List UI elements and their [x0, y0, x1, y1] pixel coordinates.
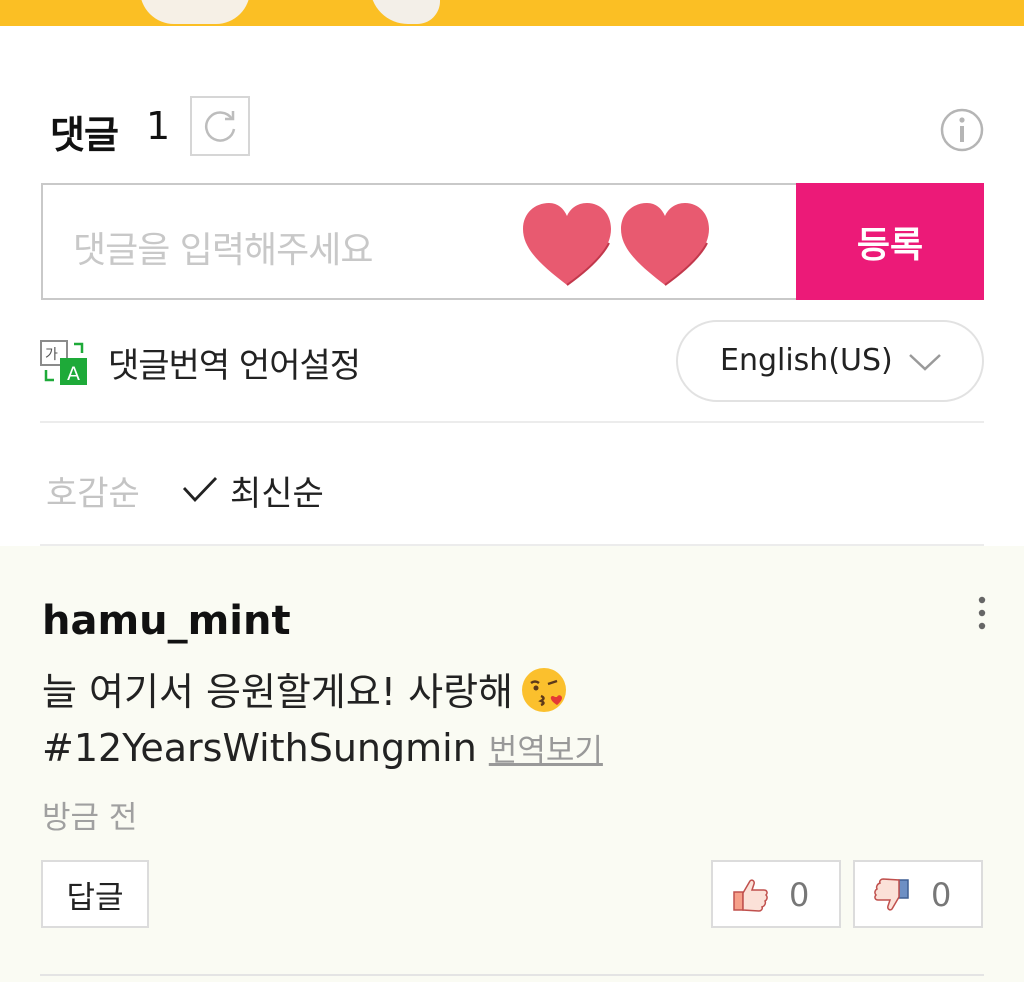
reply-button[interactable]: 답글 — [41, 860, 149, 928]
language-select[interactable]: English(US) — [676, 320, 984, 402]
comment-username[interactable]: hamu_mint — [42, 598, 291, 644]
top-banner-image — [0, 0, 1024, 26]
svg-text:A: A — [67, 363, 80, 385]
hearts-sticker-icon — [523, 203, 709, 286]
thumbs-up-icon — [733, 879, 768, 912]
thumbs-down-icon — [874, 878, 909, 911]
translate-comment-link[interactable]: 번역보기 — [489, 733, 603, 769]
comment-timestamp: 방금 전 — [42, 800, 138, 836]
kissing-face-emoji-icon — [522, 668, 566, 712]
language-select-value: English(US) — [720, 343, 893, 378]
submit-button[interactable]: 등록 — [796, 183, 984, 300]
sort-tabs: 호감순 최신순 — [40, 462, 640, 515]
like-button[interactable]: 0 — [711, 860, 841, 928]
refresh-button[interactable] — [190, 96, 250, 156]
like-count: 0 — [789, 876, 810, 914]
divider — [40, 974, 984, 976]
sort-latest-tab[interactable]: 최신순 — [230, 466, 324, 515]
chevron-down-icon — [909, 354, 941, 371]
comment-text: 늘 여기서 응원할게요! 사랑해 #12YearsWithSungmin 번역보기 — [42, 664, 992, 779]
check-icon — [182, 477, 218, 503]
comment-input[interactable]: 댓글을 입력해주세요 — [41, 183, 797, 300]
comment-count: 1 — [146, 104, 171, 148]
banner-figure — [370, 0, 440, 24]
comment-title: 댓글 — [50, 113, 119, 157]
translation-setting-row: 가 A 댓글번역 언어설정 English(US) — [40, 320, 984, 404]
translation-setting-label: 댓글번역 언어설정 — [108, 346, 361, 386]
more-options-icon[interactable] — [970, 594, 994, 634]
comment-hashtag[interactable]: #12YearsWithSungmin — [42, 726, 477, 770]
divider — [40, 544, 984, 546]
comment-input-row: 댓글을 입력해주세요 등록 — [41, 183, 984, 300]
sort-popular-tab[interactable]: 호감순 — [46, 466, 140, 515]
divider — [40, 421, 984, 423]
info-icon[interactable] — [940, 108, 984, 152]
banner-figure — [140, 0, 250, 24]
translate-icon: 가 A — [40, 340, 87, 385]
dislike-button[interactable]: 0 — [853, 860, 983, 928]
comment-input-placeholder: 댓글을 입력해주세요 — [73, 230, 374, 271]
comment-text-main: 늘 여기서 응원할게요! 사랑해 — [42, 670, 513, 714]
comment-header: 댓글 1 — [42, 96, 984, 158]
refresh-icon — [205, 111, 236, 142]
svg-text:가: 가 — [45, 347, 58, 363]
dislike-count: 0 — [931, 876, 952, 914]
